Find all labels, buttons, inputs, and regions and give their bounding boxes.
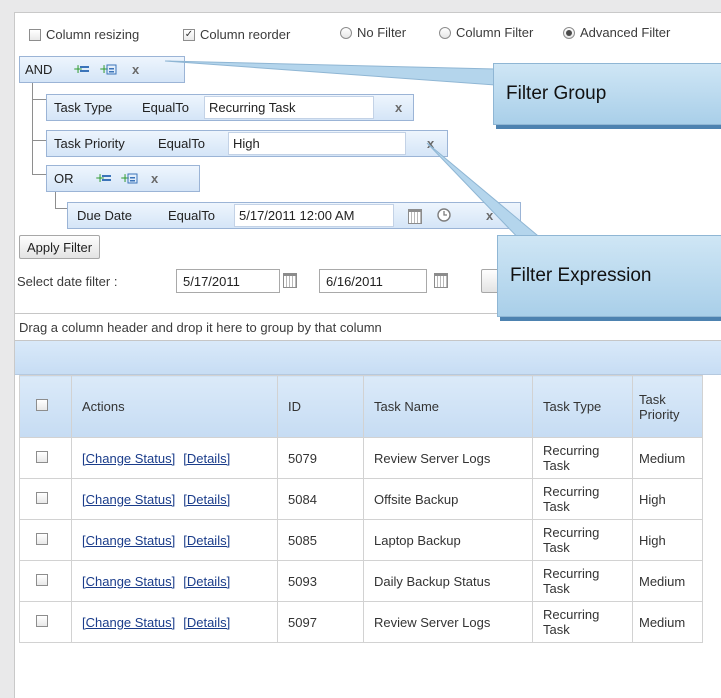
task-type-cell: Recurring Task (532, 601, 633, 643)
id-cell: 5079 (277, 437, 364, 479)
id-cell: 5093 (277, 560, 364, 602)
actions-cell: [Change Status] [Details] (71, 437, 278, 479)
row-checkbox[interactable] (36, 450, 48, 463)
row-select-cell[interactable] (19, 437, 72, 479)
callout-filter-group-text: Filter Group (506, 83, 607, 104)
details-link[interactable]: [Details] (183, 492, 230, 507)
actions-cell: [Change Status] [Details] (71, 478, 278, 520)
column-header-id[interactable]: ID (277, 375, 364, 438)
table-row[interactable]: [Change Status] [Details] 5084 Offsite Back… (19, 478, 703, 520)
task-grid: Actions ID Task Name Task Type Task Prio… (19, 375, 703, 643)
row-select-cell[interactable] (19, 519, 72, 561)
select-all-cell[interactable] (19, 375, 72, 438)
details-link[interactable]: [Details] (183, 533, 230, 548)
table-row[interactable]: [Change Status] [Details] 5093 Daily Backup… (19, 560, 703, 602)
change-status-link[interactable]: [Change Status] (82, 492, 175, 507)
task-type-cell: Recurring Task (532, 437, 633, 479)
task-priority-cell: Medium (632, 437, 703, 479)
filter-group-pointer (164, 60, 496, 86)
row-checkbox[interactable] (36, 532, 48, 545)
grid-panel: Column resizing ✓ Column reorder No Filt… (14, 12, 721, 698)
table-row[interactable]: [Change Status] [Details] 5079 Review Serve… (19, 437, 703, 479)
id-cell: 5097 (277, 601, 364, 643)
row-checkbox[interactable] (36, 614, 48, 627)
id-cell: 5084 (277, 478, 364, 520)
task-name-cell: Review Server Logs (363, 437, 533, 479)
details-link[interactable]: [Details] (183, 615, 230, 630)
task-name-cell: Offsite Backup (363, 478, 533, 520)
grid-toolbar (15, 341, 721, 375)
change-status-link[interactable]: [Change Status] (82, 451, 175, 466)
row-checkbox[interactable] (36, 491, 48, 504)
row-checkbox[interactable] (36, 573, 48, 586)
task-type-cell: Recurring Task (532, 519, 633, 561)
id-cell: 5085 (277, 519, 364, 561)
column-header-task-name[interactable]: Task Name (363, 375, 533, 438)
task-type-cell: Recurring Task (532, 478, 633, 520)
callout-filter-expression: Filter Expression (497, 235, 721, 317)
actions-cell: [Change Status] [Details] (71, 560, 278, 602)
callout-filter-group: Filter Group (493, 63, 721, 125)
change-status-link[interactable]: [Change Status] (82, 533, 175, 548)
change-status-link[interactable]: [Change Status] (82, 615, 175, 630)
details-link[interactable]: [Details] (183, 574, 230, 589)
column-header-actions[interactable]: Actions (71, 375, 278, 438)
task-name-cell: Review Server Logs (363, 601, 533, 643)
column-header-task-priority[interactable]: Task Priority (632, 375, 703, 438)
column-header-task-type[interactable]: Task Type (532, 375, 633, 438)
actions-cell: [Change Status] [Details] (71, 519, 278, 561)
change-status-link[interactable]: [Change Status] (82, 574, 175, 589)
task-name-cell: Laptop Backup (363, 519, 533, 561)
task-type-cell: Recurring Task (532, 560, 633, 602)
filter-expression-pointer (426, 142, 538, 246)
task-priority-cell: Medium (632, 601, 703, 643)
details-link[interactable]: [Details] (183, 451, 230, 466)
task-priority-cell: High (632, 478, 703, 520)
actions-cell: [Change Status] [Details] (71, 601, 278, 643)
row-select-cell[interactable] (19, 601, 72, 643)
row-select-cell[interactable] (19, 478, 72, 520)
table-row[interactable]: [Change Status] [Details] 5085 Laptop Backu… (19, 519, 703, 561)
task-priority-cell: High (632, 519, 703, 561)
select-all-checkbox[interactable] (36, 399, 48, 411)
table-row[interactable]: [Change Status] [Details] 5097 Review Serve… (19, 601, 703, 643)
task-name-cell: Daily Backup Status (363, 560, 533, 602)
header-row: Actions ID Task Name Task Type Task Prio… (19, 375, 703, 438)
callout-filter-expression-text: Filter Expression (510, 265, 652, 286)
row-select-cell[interactable] (19, 560, 72, 602)
task-priority-cell: Medium (632, 560, 703, 602)
